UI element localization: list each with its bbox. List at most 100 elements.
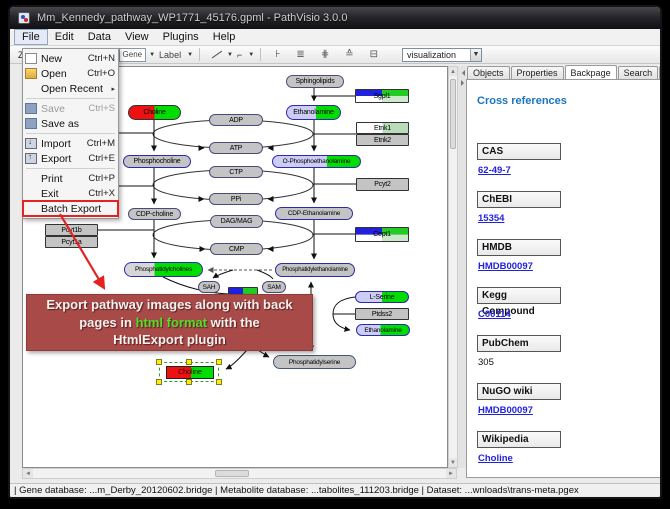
node-sah[interactable]: SAH: [198, 281, 220, 293]
node-ctp[interactable]: CTP: [209, 166, 263, 178]
node-phosphatidylethanolamine[interactable]: Phosphatidylethanolamine: [275, 263, 355, 277]
reference-link[interactable]: 62-49-7: [478, 165, 511, 176]
menu-item-save-as[interactable]: Save as: [23, 116, 118, 131]
menu-icon-blank: [25, 83, 37, 94]
menu-item-exit[interactable]: ExitCtrl+X: [23, 186, 118, 201]
menu-plugins[interactable]: Plugins: [156, 29, 206, 45]
h-scroll-thumb[interactable]: [215, 470, 249, 477]
node-choline[interactable]: Choline: [128, 105, 181, 120]
menu-item-label: New: [41, 53, 82, 65]
line-tool-button[interactable]: [207, 48, 224, 62]
node-ethanolamine-2[interactable]: Ethanolamine: [356, 324, 410, 336]
node-label: Cept1: [373, 231, 391, 238]
align-horizontal-icon[interactable]: ⊦: [272, 48, 283, 62]
chevron-down-icon[interactable]: ▼: [149, 52, 155, 58]
resize-handle[interactable]: [156, 379, 162, 385]
node-l-serine[interactable]: L-Serine: [355, 291, 409, 303]
tab-legend[interactable]: Legend: [659, 66, 662, 80]
selected-node-frame[interactable]: Choline: [159, 362, 219, 382]
node-choline-selected[interactable]: Choline: [166, 366, 214, 379]
tab-backpage[interactable]: Backpage: [565, 65, 617, 79]
chevron-down-icon[interactable]: ▼: [187, 52, 193, 58]
reference-link[interactable]: 15354: [478, 213, 504, 224]
submenu-arrow-icon: ▸: [111, 85, 115, 93]
node-cdp-choline[interactable]: CDP-choline: [128, 208, 181, 220]
menu-file[interactable]: File: [14, 29, 48, 45]
node-cdp-ethanolamine[interactable]: CDP-Ethanolamine: [275, 207, 353, 220]
node-label: L-Serine: [370, 294, 395, 301]
menu-item-export[interactable]: ExportCtrl+E: [23, 151, 118, 166]
chevron-down-icon[interactable]: ▼: [470, 49, 481, 61]
resize-handle[interactable]: [216, 379, 222, 385]
node-phosphocholine[interactable]: Phosphocholine: [123, 155, 191, 168]
node-etnk2[interactable]: Etnk2: [356, 134, 409, 146]
distribute-vertical-icon[interactable]: ⋕: [318, 48, 332, 62]
panel-splitter[interactable]: [458, 66, 466, 468]
tab-search[interactable]: Search: [618, 66, 659, 80]
distribute-horizontal-icon[interactable]: ≣: [293, 48, 307, 62]
menu-item-save[interactable]: SaveCtrl+S: [23, 101, 118, 116]
reference-link[interactable]: Choline: [478, 453, 513, 464]
node-o-phosphoethanolamine[interactable]: O-Phosphoethanolamine: [272, 155, 361, 168]
node-label: SAM: [267, 284, 281, 291]
node-ptdss2[interactable]: Ptdss2: [355, 308, 409, 320]
reference-link[interactable]: HMDB00097: [478, 261, 533, 272]
node-pcyt1a[interactable]: Pcyt1a: [45, 236, 98, 248]
node-pcyt1b[interactable]: Pcyt1b: [45, 224, 98, 236]
collapse-left-icon[interactable]: [459, 70, 465, 76]
scroll-left-icon[interactable]: ◄: [23, 469, 33, 478]
reference-link[interactable]: HMDB00097: [478, 405, 533, 416]
node-etnk1[interactable]: Etnk1: [356, 122, 409, 134]
node-phosphatidylserine[interactable]: Phosphatidylserine: [273, 355, 356, 369]
scroll-down-icon[interactable]: ▼: [449, 458, 457, 467]
menu-item-new[interactable]: NewCtrl+N: [23, 51, 118, 66]
tab-objects[interactable]: Objects: [467, 66, 510, 80]
gene-tool-label: Gene: [123, 50, 143, 59]
node-sphingolipids[interactable]: Sphingolipids: [286, 75, 344, 88]
new-label-tool-button[interactable]: Label: [156, 48, 184, 62]
node-ppi[interactable]: PPi: [209, 193, 263, 205]
node-adp[interactable]: ADP: [209, 114, 263, 126]
align-bottom-icon[interactable]: ⊟: [367, 48, 381, 62]
menu-help[interactable]: Help: [206, 29, 243, 45]
backpage-section: HMDB HMDB00097: [477, 239, 661, 274]
resize-handle[interactable]: [186, 359, 192, 365]
node-ethanolamine[interactable]: Ethanolamine: [286, 105, 341, 120]
toolbar-separator: [199, 48, 200, 61]
menu-item-print[interactable]: PrintCtrl+P: [23, 171, 118, 186]
backpage-section: ChEBI 15354: [477, 191, 661, 226]
menu-item-batch-export[interactable]: Batch Export: [23, 201, 118, 216]
menu-item-import[interactable]: ImportCtrl+M: [23, 136, 118, 151]
common-size-icon[interactable]: ≙: [342, 48, 356, 62]
resize-handle[interactable]: [186, 379, 192, 385]
node-cmp[interactable]: CMP: [210, 243, 263, 255]
node-phosphatidylcholines[interactable]: Phosphatidylcholines: [124, 262, 203, 277]
menu-edit[interactable]: Edit: [48, 29, 81, 45]
chevron-down-icon[interactable]: ▼: [227, 52, 233, 58]
visualization-combobox[interactable]: visualization ▼: [402, 48, 482, 62]
canvas-h-scrollbar[interactable]: ◄ ►: [22, 468, 457, 479]
new-gene-tool-button[interactable]: Gene: [119, 48, 147, 62]
chevron-down-icon[interactable]: ▼: [248, 52, 254, 58]
connector-tool-button[interactable]: ⌐: [234, 48, 245, 62]
titlebar[interactable]: Mm_Kennedy_pathway_WP1771_45176.gpml - P…: [10, 7, 660, 29]
tab-properties[interactable]: Properties: [511, 66, 564, 80]
node-sam[interactable]: SAM: [262, 281, 286, 293]
menu-separator: [26, 98, 115, 99]
node-cept1[interactable]: Cept1: [355, 227, 409, 242]
menu-item-open[interactable]: OpenCtrl+O: [23, 66, 118, 81]
menu-item-open-recent[interactable]: Open Recent▸: [23, 81, 118, 96]
resize-handle[interactable]: [216, 359, 222, 365]
v-scroll-thumb[interactable]: [450, 79, 456, 149]
node-sgpl1[interactable]: Sgpl1: [355, 89, 409, 103]
node-pcyt2[interactable]: Pcyt2: [356, 178, 409, 191]
resize-handle[interactable]: [156, 359, 162, 365]
scroll-up-icon[interactable]: ▲: [449, 67, 457, 76]
menu-view[interactable]: View: [118, 29, 156, 45]
scroll-right-icon[interactable]: ►: [446, 469, 456, 478]
reference-link[interactable]: C00114: [478, 309, 511, 320]
node-atp[interactable]: ATP: [209, 142, 263, 154]
node-dag-mag[interactable]: DAG/MAG: [210, 215, 263, 228]
menu-data[interactable]: Data: [81, 29, 118, 45]
canvas-v-scrollbar[interactable]: ▲ ▼: [448, 66, 458, 468]
